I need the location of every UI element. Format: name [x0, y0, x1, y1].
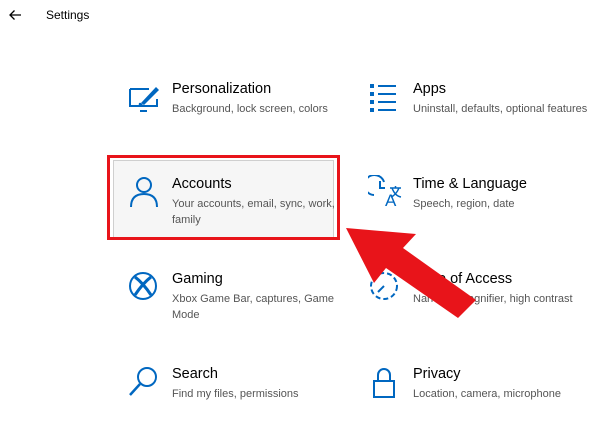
- tile-title: Time & Language: [413, 176, 527, 192]
- back-arrow-icon: [9, 10, 21, 20]
- search-icon: [129, 367, 157, 396]
- tile-description: Uninstall, defaults, optional features: [413, 103, 588, 115]
- xbox-icon: [129, 272, 157, 300]
- tile-privacy[interactable]: Privacy Location, camera, microphone: [368, 365, 598, 445]
- title-bar: Settings: [0, 0, 600, 32]
- tile-title: Search: [172, 366, 218, 382]
- personalization-icon: [129, 87, 159, 112]
- tile-search[interactable]: Search Find my files, permissions: [127, 365, 357, 445]
- tile-time-language[interactable]: A Time & Language Speech, region, date: [368, 175, 598, 255]
- annotation-highlight-box: [107, 155, 340, 240]
- back-button[interactable]: [2, 2, 28, 28]
- tile-apps[interactable]: Apps Uninstall, defaults, optional featu…: [368, 80, 598, 160]
- window-title: Settings: [46, 8, 90, 22]
- tile-title: Privacy: [413, 366, 461, 382]
- tile-ease-of-access[interactable]: Ease of Access Narrator, magnifier, high…: [368, 270, 598, 350]
- tile-description: Xbox Game Bar, captures, Game Mode: [172, 293, 335, 321]
- tile-description: Narrator, magnifier, high contrast: [413, 293, 573, 305]
- tile-title: Gaming: [172, 271, 223, 287]
- tile-description: Background, lock screen, colors: [172, 103, 328, 115]
- tile-personalization[interactable]: Personalization Background, lock screen,…: [127, 80, 357, 160]
- tile-gaming[interactable]: Gaming Xbox Game Bar, captures, Game Mod…: [127, 270, 357, 350]
- tile-title: Apps: [413, 81, 447, 97]
- tile-title: Ease of Access: [413, 271, 513, 287]
- apps-icon: [370, 84, 396, 112]
- tile-title: Personalization: [172, 81, 272, 97]
- tile-description: Speech, region, date: [413, 198, 515, 210]
- lock-icon: [373, 368, 395, 398]
- time-language-icon: A: [368, 175, 402, 210]
- ease-of-access-icon: [370, 272, 398, 300]
